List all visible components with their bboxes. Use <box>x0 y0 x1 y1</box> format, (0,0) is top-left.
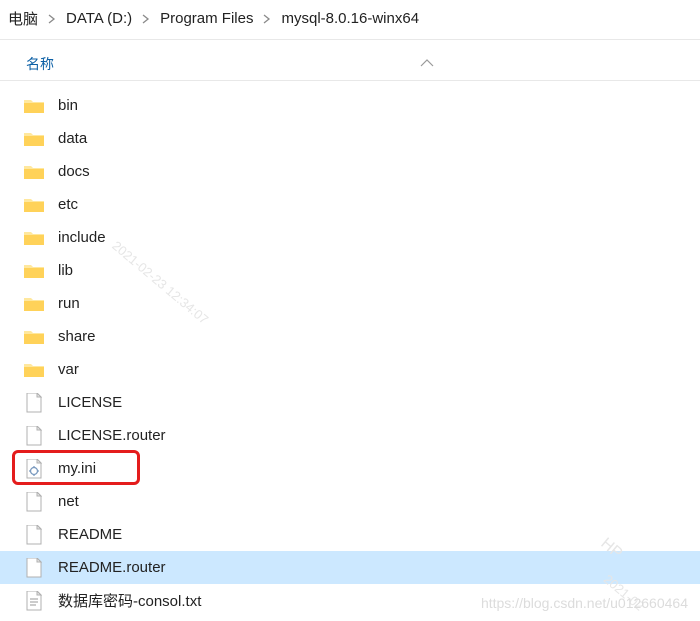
file-name: run <box>58 295 80 312</box>
file-row[interactable]: LICENSE.router <box>0 419 700 452</box>
file-icon <box>24 393 44 413</box>
file-icon <box>24 558 44 578</box>
file-name: etc <box>58 196 78 213</box>
file-row[interactable]: var <box>0 353 700 386</box>
file-icon <box>24 426 44 446</box>
file-name: data <box>58 130 87 147</box>
file-row[interactable]: LICENSE <box>0 386 700 419</box>
breadcrumb-item[interactable]: Program Files <box>156 8 257 29</box>
folder-icon <box>24 195 44 215</box>
folder-icon <box>24 228 44 248</box>
file-name: lib <box>58 262 73 279</box>
file-icon <box>24 525 44 545</box>
chevron-right-icon[interactable] <box>140 14 152 24</box>
file-name: share <box>58 328 96 345</box>
breadcrumb-item[interactable]: 电脑 <box>4 6 42 31</box>
file-name: 数据库密码-consol.txt <box>58 590 201 611</box>
folder-icon <box>24 261 44 281</box>
chevron-right-icon[interactable] <box>46 14 58 24</box>
file-row[interactable]: my.ini <box>0 452 700 485</box>
file-row[interactable]: run <box>0 287 700 320</box>
file-row[interactable]: share <box>0 320 700 353</box>
file-name: var <box>58 361 79 378</box>
breadcrumb-item[interactable]: DATA (D:) <box>62 8 136 29</box>
file-row[interactable]: include <box>0 221 700 254</box>
file-name: README <box>58 526 122 543</box>
txt-file-icon <box>24 591 44 611</box>
folder-icon <box>24 327 44 347</box>
file-row[interactable]: etc <box>0 188 700 221</box>
folder-icon <box>24 294 44 314</box>
sort-indicator-icon[interactable] <box>420 54 434 70</box>
file-name: README.router <box>58 559 166 576</box>
file-list: bin data docs etc include lib run share … <box>0 81 700 617</box>
file-name: include <box>58 229 106 246</box>
ini-file-icon <box>24 459 44 479</box>
file-row[interactable]: lib <box>0 254 700 287</box>
file-name: LICENSE.router <box>58 427 166 444</box>
file-row[interactable]: 数据库密码-consol.txt <box>0 584 700 617</box>
file-name: bin <box>58 97 78 114</box>
file-name: docs <box>58 163 90 180</box>
breadcrumb-item[interactable]: mysql-8.0.16-winx64 <box>277 8 423 29</box>
file-row[interactable]: README.router <box>0 551 700 584</box>
file-row[interactable]: net <box>0 485 700 518</box>
folder-icon <box>24 360 44 380</box>
file-row[interactable]: README <box>0 518 700 551</box>
folder-icon <box>24 96 44 116</box>
file-name: my.ini <box>58 460 96 477</box>
breadcrumb: 电脑 DATA (D:) Program Files mysql-8.0.16-… <box>0 0 700 40</box>
folder-icon <box>24 129 44 149</box>
file-row[interactable]: data <box>0 122 700 155</box>
file-row[interactable]: bin <box>0 89 700 122</box>
file-name: net <box>58 493 79 510</box>
file-icon <box>24 492 44 512</box>
column-header-row: 名称 <box>0 40 700 81</box>
chevron-right-icon[interactable] <box>261 14 273 24</box>
file-row[interactable]: docs <box>0 155 700 188</box>
folder-icon <box>24 162 44 182</box>
file-name: LICENSE <box>58 394 122 411</box>
column-header-name[interactable]: 名称 <box>26 54 54 74</box>
